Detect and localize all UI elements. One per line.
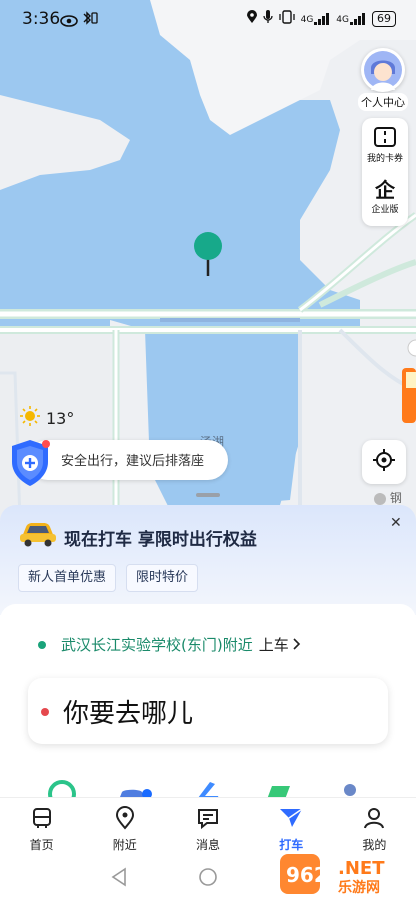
enterprise-label: 企业版 [371,205,399,215]
safety-tip-banner[interactable]: 安全出行，建议后排落座 [8,438,228,488]
locate-me-button[interactable] [362,440,406,484]
pickup-location-row[interactable]: 武汉长江实验学校(东门)附近 上车 [38,634,301,655]
ride-request-card: 武汉长江实验学校(东门)附近 上车 你要去哪儿 [0,604,416,808]
nav-taxi-label: 打车 [279,838,304,852]
destination-dot [41,708,49,716]
nav-nearby-label: 附近 [112,838,137,852]
car-icon [18,519,58,551]
chevron-right-icon [293,636,301,654]
bluetooth-battery-icon [82,10,98,30]
coupon-icon [373,127,397,151]
pickup-dot [38,640,46,649]
map-location-pin-icon[interactable] [192,231,224,277]
nav-messages[interactable]: 消息 [166,798,249,856]
message-icon [196,806,220,834]
sun-icon [20,406,40,430]
promo-title: 现在打车 享限时出行权益 [64,530,257,550]
card-coupon-button[interactable]: 我的卡券 [362,126,408,164]
nav-home[interactable]: 首页 [0,798,83,856]
locate-icon [372,448,396,476]
user-icon [362,806,386,834]
battery-indicator: 69 [372,10,396,27]
taxi-arrow-icon [278,806,304,834]
nav-messages-label: 消息 [196,838,221,852]
destination-input[interactable]: 你要去哪儿 [28,678,388,744]
site-watermark: 962 .NET 乐游网 [278,852,412,896]
clock: 3:36 [22,9,61,29]
watermark-text-2: .NET [338,858,385,879]
destination-placeholder: 你要去哪儿 [63,699,194,729]
promo-tag-limited-price[interactable]: 限时特价 [126,564,199,592]
avatar [361,48,405,92]
temperature: 13° [46,408,75,428]
steel-poi-label: 钢 [374,489,402,506]
pickup-location: 武汉长江实验学校(东门)附近 [61,636,253,654]
shield-icon [8,438,56,488]
watermark-text-1: 962 [286,863,328,887]
side-action-card: 我的卡券 企 企业版 [362,118,408,226]
signal-icon-2: 4G [336,12,366,25]
poi-icon [374,492,386,505]
enterprise-button[interactable]: 企 企业版 [362,178,408,215]
nav-nearby[interactable]: 附近 [83,798,166,856]
nav-home-label: 首页 [29,838,54,852]
nav-profile[interactable]: 我的 [333,798,416,856]
bus-icon [30,806,54,834]
vibrate-icon [278,10,295,27]
back-icon[interactable] [110,867,128,891]
safety-tip-text: 安全出行，建议后排落座 [61,454,205,469]
mic-icon [262,10,273,27]
bottom-navigation: 首页 附近 消息 打车 我的 [0,797,416,856]
home-icon[interactable] [198,867,218,891]
nav-profile-label: 我的 [362,838,387,852]
weather-widget: 13° [20,406,74,430]
drag-handle[interactable] [196,493,220,497]
user-center-label: 个人中心 [358,93,408,111]
close-icon[interactable]: ✕ [390,515,402,531]
watermark-text-3: 乐游网 [338,879,380,896]
status-bar: 3:36 4G 4G 69 [0,0,416,38]
card-coupon-label: 我的卡券 [366,154,403,164]
promo-tag-new-user[interactable]: 新人首单优惠 [18,564,117,592]
location-icon [246,10,257,27]
eye-icon [60,12,78,31]
enterprise-icon: 企 [375,178,395,202]
location-pin-icon [113,806,137,834]
edge-promo-banner[interactable] [398,338,416,428]
signal-icon: 4G [301,12,331,25]
nav-taxi[interactable]: 打车 [250,798,333,856]
user-center-button[interactable]: 个人中心 [358,48,408,111]
promo-banner[interactable]: 现在打车 享限时出行权益 ✕ 新人首单优惠 限时特价 [0,505,416,615]
pickup-suffix: 上车 [258,636,289,654]
